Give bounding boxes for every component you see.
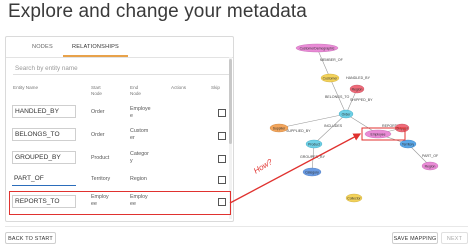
next-button[interactable]: NEXT [441,232,468,244]
save-mapping-button[interactable]: SAVE MAPPING [392,232,438,244]
back-to-start-button[interactable]: BACK TO START [5,232,56,244]
footer-divider [5,226,468,227]
annotation-arrow [229,133,362,204]
